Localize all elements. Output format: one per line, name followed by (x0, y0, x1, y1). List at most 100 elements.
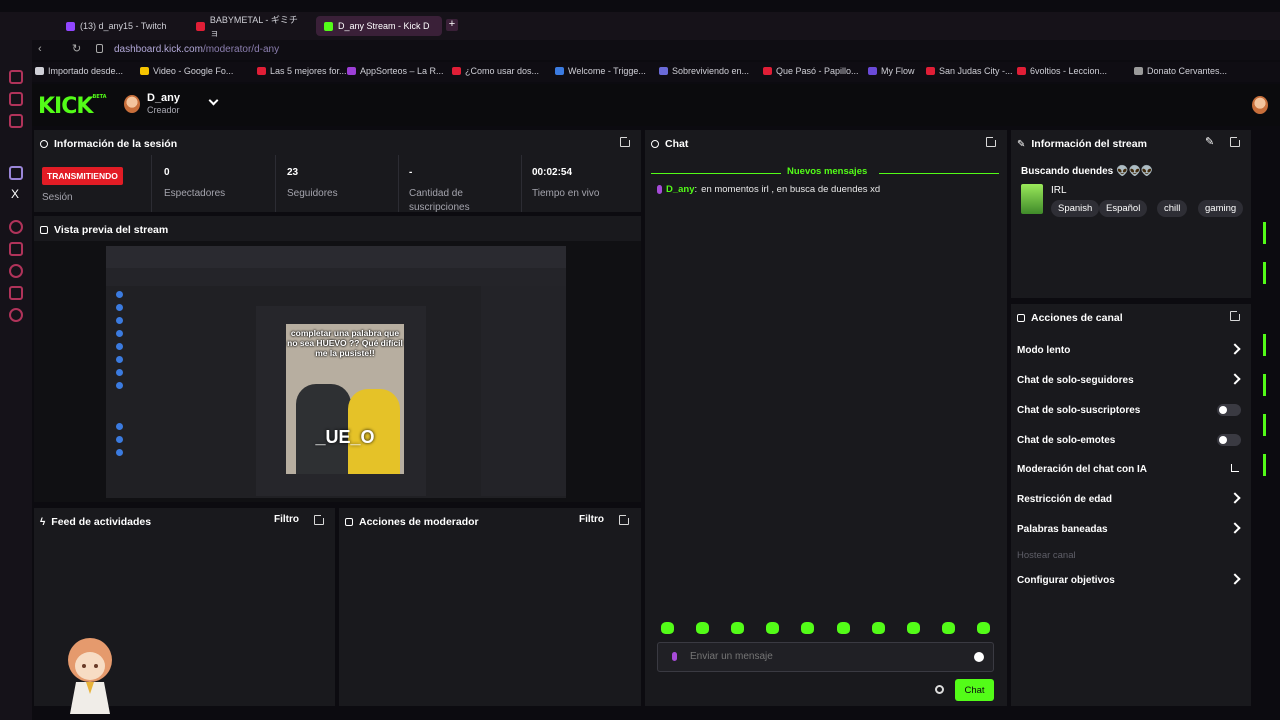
kick-header: KICKBETA D_any Creador (32, 84, 1280, 126)
avatar[interactable] (1252, 96, 1268, 114)
tag[interactable]: gaming (1198, 200, 1244, 217)
category-thumbnail[interactable] (1021, 184, 1043, 214)
bookmark-item[interactable]: Sobreviviendo en... (659, 66, 749, 76)
preview-facebook-bar (106, 268, 566, 286)
edge-marker (1263, 374, 1266, 396)
expand-icon[interactable] (1230, 310, 1241, 321)
emote-icon[interactable] (661, 622, 674, 634)
followers-value: 23 (287, 167, 299, 178)
sidebar-app-icon[interactable] (9, 286, 23, 300)
stream-preview-video[interactable]: completar una palabra que no sea HUEVO ?… (106, 246, 566, 498)
new-messages-label: Nuevos mensajes (787, 166, 868, 177)
edge-marker (1263, 222, 1266, 244)
user-role: Creador (147, 105, 180, 115)
sidebar-app-icon[interactable] (9, 92, 23, 106)
emoji-icon[interactable] (974, 652, 984, 662)
x-icon[interactable]: X (11, 188, 25, 202)
avatar[interactable] (124, 95, 140, 113)
live-time-value: 00:02:54 (532, 167, 573, 178)
clock-icon[interactable] (9, 264, 23, 278)
emote-icon[interactable] (837, 622, 850, 634)
chevron-right-icon (1229, 522, 1241, 534)
tab-youtube[interactable]: BABYMETAL - ギミチョ (188, 15, 314, 38)
panel-header: Acciones de moderador (345, 516, 479, 528)
emotes-only-toggle[interactable] (1217, 434, 1241, 446)
tab-bar: (13) d_any15 - Twitch BABYMETAL - ギミチョ D… (0, 12, 1280, 40)
panel-header: Vista previa del stream (40, 224, 168, 236)
tag[interactable]: Español (1099, 200, 1148, 217)
panel-header: Chat (651, 138, 688, 150)
chat-username[interactable]: D_any (666, 184, 695, 195)
chevron-right-icon (1229, 492, 1241, 504)
bookmark-item[interactable]: San Judas City -... (926, 66, 1013, 76)
bookmark-item[interactable]: Video - Google Fo... (140, 66, 233, 76)
emote-icon[interactable] (872, 622, 885, 634)
edit-pencil-icon[interactable]: ✎ (1205, 135, 1214, 148)
sidebar-app-icon[interactable] (9, 70, 23, 84)
action-followers-only[interactable]: Chat de solo-seguidores (1017, 372, 1245, 390)
filter-button[interactable]: Filtro (579, 514, 604, 525)
tag[interactable]: Spanish (1051, 200, 1100, 217)
action-slow-mode[interactable]: Modo lento (1017, 342, 1245, 360)
subscribers-only-toggle[interactable] (1217, 404, 1241, 416)
emote-icon[interactable] (766, 622, 779, 634)
expand-icon[interactable] (619, 514, 630, 525)
actions-icon (1017, 314, 1025, 322)
stream-info-panel: ✎ Información del stream ✎ Buscando duend… (1011, 130, 1251, 298)
url-path: /moderator/d-any (202, 44, 280, 55)
kick-logo[interactable]: KICKBETA (38, 94, 107, 119)
username: D_any (147, 92, 181, 104)
action-host-channel: Hostear canal (1017, 550, 1076, 561)
expand-icon[interactable] (314, 514, 325, 525)
bookmark-item[interactable]: Welcome - Trigge... (555, 66, 646, 76)
bookmark-favicon-icon (347, 67, 356, 75)
bookmark-item[interactable]: Importado desde... (35, 66, 123, 76)
tag[interactable]: chill (1157, 200, 1188, 217)
chat-send-button[interactable]: Chat (955, 679, 994, 701)
bookmark-item[interactable]: Que Pasó - Papillo... (763, 66, 859, 76)
bookmark-item[interactable]: Las 5 mejores for... (257, 66, 347, 76)
chevron-down-icon[interactable] (208, 95, 219, 106)
emote-icon[interactable] (977, 622, 990, 634)
sidebar-app-icon[interactable] (9, 114, 23, 128)
back-icon[interactable]: ‹ (38, 43, 42, 55)
expand-icon[interactable] (1230, 136, 1241, 147)
action-emotes-only: Chat de solo-emotes (1017, 432, 1245, 450)
preview-sidebar (116, 290, 246, 490)
gear-icon[interactable] (9, 308, 23, 322)
tab-kick[interactable]: D_any Stream - Kick D (316, 16, 442, 36)
bookmark-item[interactable]: My Flow (868, 66, 915, 76)
chat-settings-gear-icon[interactable] (935, 685, 944, 694)
chat-input[interactable] (690, 651, 960, 662)
emote-icon[interactable] (907, 622, 920, 634)
bookmark-label: Welcome - Trigge... (568, 66, 646, 76)
chat-input-box[interactable] (657, 642, 994, 672)
tab-twitch[interactable]: (13) d_any15 - Twitch (58, 16, 186, 36)
action-banned-words[interactable]: Palabras baneadas (1017, 521, 1245, 539)
new-tab-button[interactable]: + (446, 19, 458, 31)
stream-title: Buscando duendes 👽👽👽 (1021, 166, 1154, 177)
emote-icon[interactable] (696, 622, 709, 634)
bookmark-favicon-icon (868, 67, 877, 75)
category-label[interactable]: IRL (1051, 185, 1067, 196)
expand-icon[interactable] (620, 136, 631, 147)
bookmark-item[interactable]: 6voltios - Leccion... (1017, 66, 1107, 76)
url-field[interactable]: dashboard.kick.com/moderator/d-any (114, 44, 279, 55)
bookmark-item[interactable]: Donato Cervantes... (1134, 66, 1227, 76)
filter-button[interactable]: Filtro (274, 514, 299, 525)
play-icon[interactable] (9, 220, 23, 234)
reload-icon[interactable]: ↻ (72, 42, 81, 55)
panel-title: Vista previa del stream (54, 224, 169, 236)
action-age-restriction[interactable]: Restricción de edad (1017, 491, 1245, 509)
bookmark-item[interactable]: AppSorteos – La R... (347, 66, 444, 76)
bookmark-item[interactable]: ¿Como usar dos... (452, 66, 539, 76)
action-ai-moderation[interactable]: Moderación del chat con IA (1017, 461, 1245, 479)
emote-icon[interactable] (731, 622, 744, 634)
sidebar-app-icon[interactable] (9, 242, 23, 256)
emote-icon[interactable] (801, 622, 814, 634)
action-configure-goals[interactable]: Configurar objetivos (1017, 572, 1245, 590)
viewers-value: 0 (164, 167, 170, 178)
twitch-icon[interactable] (9, 166, 23, 180)
emote-icon[interactable] (942, 622, 955, 634)
expand-icon[interactable] (986, 136, 997, 147)
